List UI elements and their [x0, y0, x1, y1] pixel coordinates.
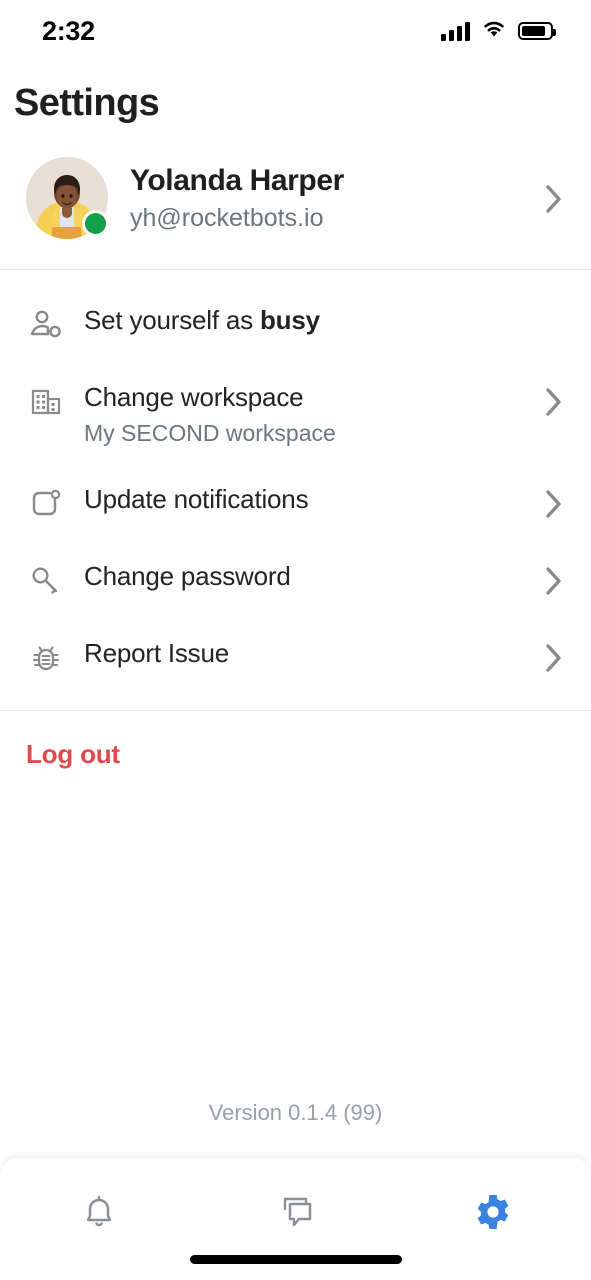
tab-settings[interactable] [394, 1186, 591, 1242]
status-bar-time: 2:32 [42, 15, 95, 46]
wifi-icon [481, 19, 507, 44]
menu-item-label: Report Issue [84, 638, 230, 669]
logout-section: Log out [0, 711, 591, 770]
menu-item-body: Change workspace My SECOND workspace [84, 381, 525, 447]
menu-item-label: Change password [84, 561, 291, 592]
key-icon [26, 561, 66, 601]
home-indicator [189, 1255, 402, 1264]
menu-item-label: Update notifications [84, 484, 309, 515]
online-status-indicator [82, 210, 109, 237]
version-label: Version 0.1.4 (99) [208, 1100, 383, 1125]
page-title: Settings [14, 82, 160, 124]
chevron-right-icon [543, 639, 565, 677]
bug-icon [26, 638, 66, 678]
battery-icon [518, 22, 556, 40]
menu-item-update-notifications[interactable]: Update notifications [0, 465, 591, 542]
chevron-right-icon [543, 562, 565, 600]
chevron-right-icon [543, 485, 565, 523]
chevron-right-icon [543, 180, 565, 218]
settings-screen: 2:32 Settings Yolanda Harper yh@rocketbo… [0, 0, 591, 1280]
avatar [26, 157, 109, 239]
bell-icon [78, 1190, 120, 1239]
logout-button[interactable]: Log out [26, 739, 120, 769]
menu-item-label-text: Set yourself as [84, 305, 260, 335]
menu-item-report-issue[interactable]: Report Issue [0, 619, 591, 696]
person-status-icon [26, 305, 66, 345]
profile-name: Yolanda Harper [130, 163, 344, 197]
menu-item-body: Set yourself as busy [84, 304, 565, 337]
menu-item-change-workspace[interactable]: Change workspace My SECOND workspace [0, 363, 591, 465]
tab-messages[interactable] [197, 1186, 394, 1242]
chevron-right-icon [543, 383, 565, 421]
menu-item-label-strong: busy [260, 305, 320, 335]
menu-item-body: Change password [84, 560, 525, 593]
settings-menu: Set yourself as busy Change workspace My… [0, 270, 591, 710]
tab-notifications[interactable] [0, 1186, 197, 1242]
status-bar-icons [441, 19, 556, 44]
gear-icon [471, 1190, 515, 1239]
profile-email: yh@rocketbots.io [130, 204, 324, 233]
building-icon [26, 382, 66, 422]
menu-item-set-status-busy[interactable]: Set yourself as busy [0, 286, 591, 363]
profile-text: Yolanda Harper yh@rocketbots.io [130, 163, 521, 233]
menu-item-change-password[interactable]: Change password [0, 542, 591, 619]
chat-bubbles-icon [273, 1190, 319, 1239]
cellular-signal-icon [441, 21, 470, 41]
menu-item-label: Set yourself as busy [84, 305, 565, 337]
menu-item-subtitle: My SECOND workspace [84, 419, 336, 446]
menu-item-body: Update notifications [84, 483, 525, 516]
notification-badge-icon [26, 484, 66, 524]
status-bar: 2:32 [0, 0, 591, 62]
menu-item-body: Report Issue [84, 637, 525, 670]
profile-row[interactable]: Yolanda Harper yh@rocketbots.io [0, 125, 591, 269]
menu-item-label: Change workspace [84, 382, 304, 412]
